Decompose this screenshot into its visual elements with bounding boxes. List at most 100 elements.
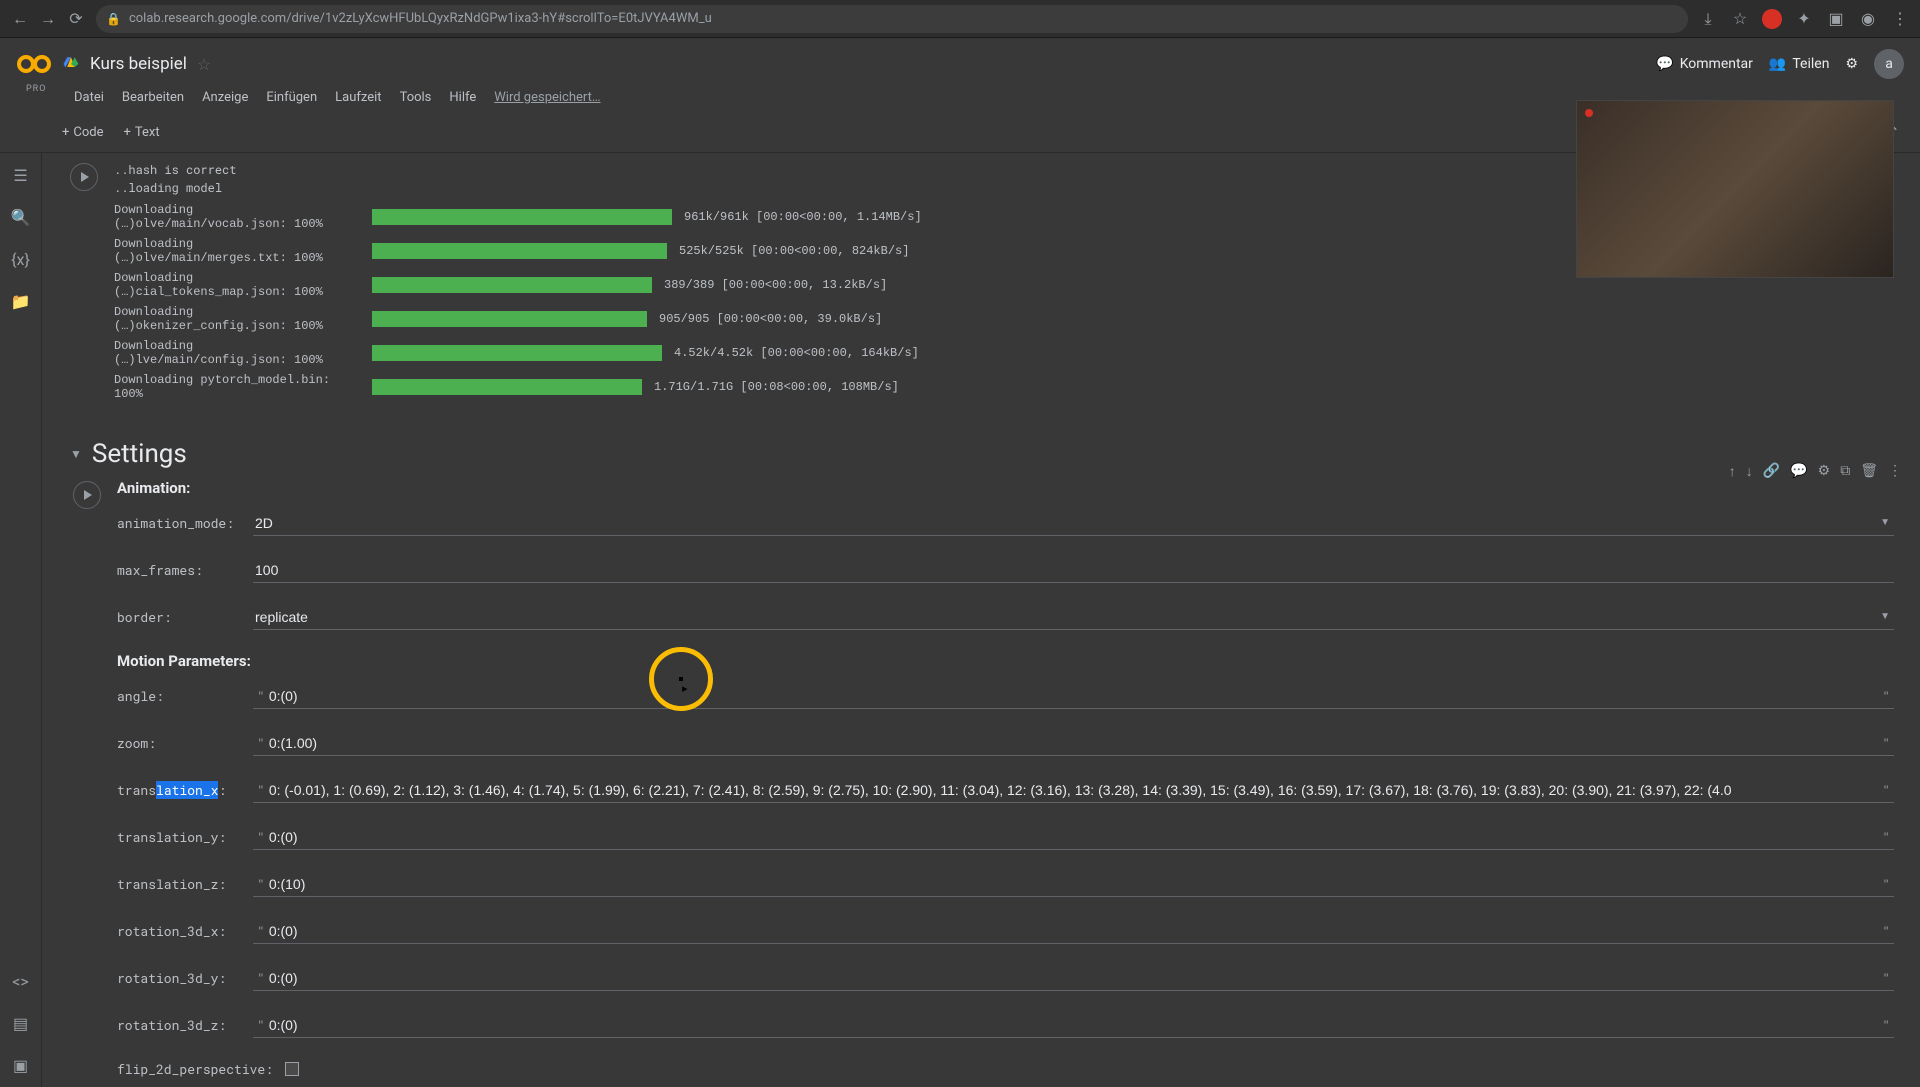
move-down-icon[interactable]: ↓ xyxy=(1746,463,1753,480)
checkbox-flip-2d[interactable] xyxy=(285,1062,299,1076)
doc-title[interactable]: Kurs beispiel xyxy=(90,54,187,74)
download-row: Downloading (…)lve/main/config.json: 100… xyxy=(114,339,1910,367)
input-rotation-3d-x[interactable] xyxy=(269,919,1878,943)
toc-icon[interactable]: ☰ xyxy=(11,165,31,185)
label-rotation-3d-z: rotation_3d_z: xyxy=(117,1016,243,1034)
progress-bar xyxy=(372,209,672,225)
menu-einfugen[interactable]: Einfügen xyxy=(266,90,317,105)
notebook-content[interactable]: ..hash is correct ..loading model Downlo… xyxy=(42,153,1920,1087)
colab-logo[interactable]: PRO xyxy=(16,46,52,82)
save-status: Wird gespeichert… xyxy=(494,90,600,105)
avatar[interactable]: a xyxy=(1874,49,1904,79)
progress-bar xyxy=(372,277,652,293)
delete-icon[interactable]: 🗑 xyxy=(1860,463,1878,480)
label-zoom: zoom: xyxy=(117,734,243,752)
download-stats: 1.71G/1.71G [00:08<00:00, 108MB/s] xyxy=(654,380,899,394)
menu-anzeige[interactable]: Anzeige xyxy=(202,90,248,105)
extension-badge[interactable] xyxy=(1762,9,1782,29)
extensions-icon[interactable]: ✦ xyxy=(1794,9,1814,29)
menu-laufzeit[interactable]: Laufzeit xyxy=(335,90,381,105)
share-icon: 👥 xyxy=(1769,56,1786,72)
menu-tools[interactable]: Tools xyxy=(400,90,432,105)
collapse-arrow-icon[interactable]: ▼ xyxy=(70,447,82,461)
menu-bearbeiten[interactable]: Bearbeiten xyxy=(122,90,184,105)
address-bar[interactable]: 🔒 colab.research.google.com/drive/1v2zLy… xyxy=(96,5,1688,33)
gear-icon: ⚙ xyxy=(1845,56,1858,72)
input-rotation-3d-z[interactable] xyxy=(269,1013,1878,1037)
link-icon[interactable]: 🔗 xyxy=(1763,463,1780,480)
animation-section-title: Animation: xyxy=(117,479,1894,497)
label-translation-y: translation_y: xyxy=(117,828,243,846)
profile-icon[interactable]: ◉ xyxy=(1858,9,1878,29)
run-button-form[interactable] xyxy=(73,481,101,509)
more-icon[interactable]: ⋮ xyxy=(1888,463,1902,480)
download-stats: 525k/525k [00:00<00:00, 824kB/s] xyxy=(679,244,909,258)
menu-hilfe[interactable]: Hilfe xyxy=(449,90,476,105)
download-row: Downloading pytorch_model.bin: 100% 1.71G… xyxy=(114,373,1910,401)
add-code-button[interactable]: + Code xyxy=(52,121,114,144)
download-stats: 961k/961k [00:00<00:00, 1.14MB/s] xyxy=(684,210,922,224)
add-text-button[interactable]: + Text xyxy=(114,121,170,144)
back-button[interactable]: ← xyxy=(10,9,30,29)
label-rotation-3d-y: rotation_3d_y: xyxy=(117,969,243,987)
download-stats: 905/905 [00:00<00:00, 39.0kB/s] xyxy=(659,312,882,326)
pro-badge: PRO xyxy=(26,84,46,94)
left-rail: ☰ 🔍 {x} 📁 <> ▤ ▣ xyxy=(0,153,42,1087)
menu-datei[interactable]: Datei xyxy=(74,90,104,105)
files-icon[interactable]: 📁 xyxy=(11,291,31,311)
install-icon[interactable]: ⤓ xyxy=(1698,9,1718,29)
command-palette-icon[interactable]: ▤ xyxy=(11,1013,31,1033)
download-label: Downloading (…)cial_tokens_map.json: 100… xyxy=(114,271,364,299)
label-rotation-3d-x: rotation_3d_x: xyxy=(117,922,243,940)
download-label: Downloading (…)okenizer_config.json: 100… xyxy=(114,305,364,333)
settings-heading: ▼ Settings xyxy=(70,439,1910,469)
download-label: Downloading (…)lve/main/config.json: 100… xyxy=(114,339,364,367)
progress-bar xyxy=(372,379,642,395)
input-translation-y[interactable] xyxy=(269,825,1878,849)
input-rotation-3d-y[interactable] xyxy=(269,966,1878,990)
url-text: colab.research.google.com/drive/1v2zLyXc… xyxy=(129,11,712,26)
kommentar-button[interactable]: 💬 Kommentar xyxy=(1656,56,1753,72)
download-label: Downloading (…)olve/main/merges.txt: 100… xyxy=(114,237,364,265)
label-translation-x: translation_x: xyxy=(117,781,243,799)
menu-icon[interactable]: ⋮ xyxy=(1890,9,1910,29)
input-max-frames[interactable] xyxy=(253,558,1894,583)
terminal-icon[interactable]: ▣ xyxy=(11,1055,31,1075)
search-icon[interactable]: 🔍 xyxy=(11,207,31,227)
motion-section-title: Motion Parameters: xyxy=(117,652,1894,670)
download-row: Downloading (…)okenizer_config.json: 100… xyxy=(114,305,1910,333)
sidepanel-icon[interactable]: ▣ xyxy=(1826,9,1846,29)
variables-icon[interactable]: {x} xyxy=(11,249,31,269)
label-flip-2d: flip_2d_perspective: xyxy=(117,1060,273,1078)
input-animation-mode[interactable] xyxy=(253,511,1894,536)
forward-button[interactable]: → xyxy=(38,9,58,29)
input-translation-z[interactable] xyxy=(269,872,1878,896)
bookmark-icon[interactable]: ☆ xyxy=(1730,9,1750,29)
input-border[interactable] xyxy=(253,605,1894,630)
move-up-icon[interactable]: ↑ xyxy=(1729,463,1736,480)
input-zoom[interactable] xyxy=(269,731,1878,755)
drive-icon xyxy=(62,55,80,73)
settings-cell-icon[interactable]: ⚙ xyxy=(1818,463,1831,480)
mirror-icon[interactable]: ⧉ xyxy=(1840,463,1850,480)
settings-gear-button[interactable]: ⚙ xyxy=(1845,56,1858,72)
label-translation-z: translation_z: xyxy=(117,875,243,893)
input-translation-x[interactable] xyxy=(269,778,1878,802)
download-stats: 389/389 [00:00<00:00, 13.2kB/s] xyxy=(664,278,887,292)
progress-bar xyxy=(372,243,667,259)
code-snippets-icon[interactable]: <> xyxy=(11,971,31,991)
run-button-output[interactable] xyxy=(70,163,98,191)
download-label: Downloading pytorch_model.bin: 100% xyxy=(114,373,364,401)
reload-button[interactable]: ⟳ xyxy=(66,9,86,29)
dropdown-arrow-icon[interactable]: ▼ xyxy=(1880,611,1890,622)
input-angle[interactable] xyxy=(269,684,1878,708)
dropdown-arrow-icon[interactable]: ▼ xyxy=(1880,517,1890,528)
teilen-button[interactable]: 👥 Teilen xyxy=(1769,56,1830,72)
label-animation-mode: animation_mode: xyxy=(117,514,243,532)
record-indicator-icon xyxy=(1585,109,1593,117)
webcam-overlay xyxy=(1576,100,1894,278)
lock-icon: 🔒 xyxy=(106,12,121,26)
comment-cell-icon[interactable]: 💬 xyxy=(1790,463,1807,480)
star-icon[interactable]: ☆ xyxy=(197,55,211,74)
download-stats: 4.52k/4.52k [00:00<00:00, 164kB/s] xyxy=(674,346,919,360)
